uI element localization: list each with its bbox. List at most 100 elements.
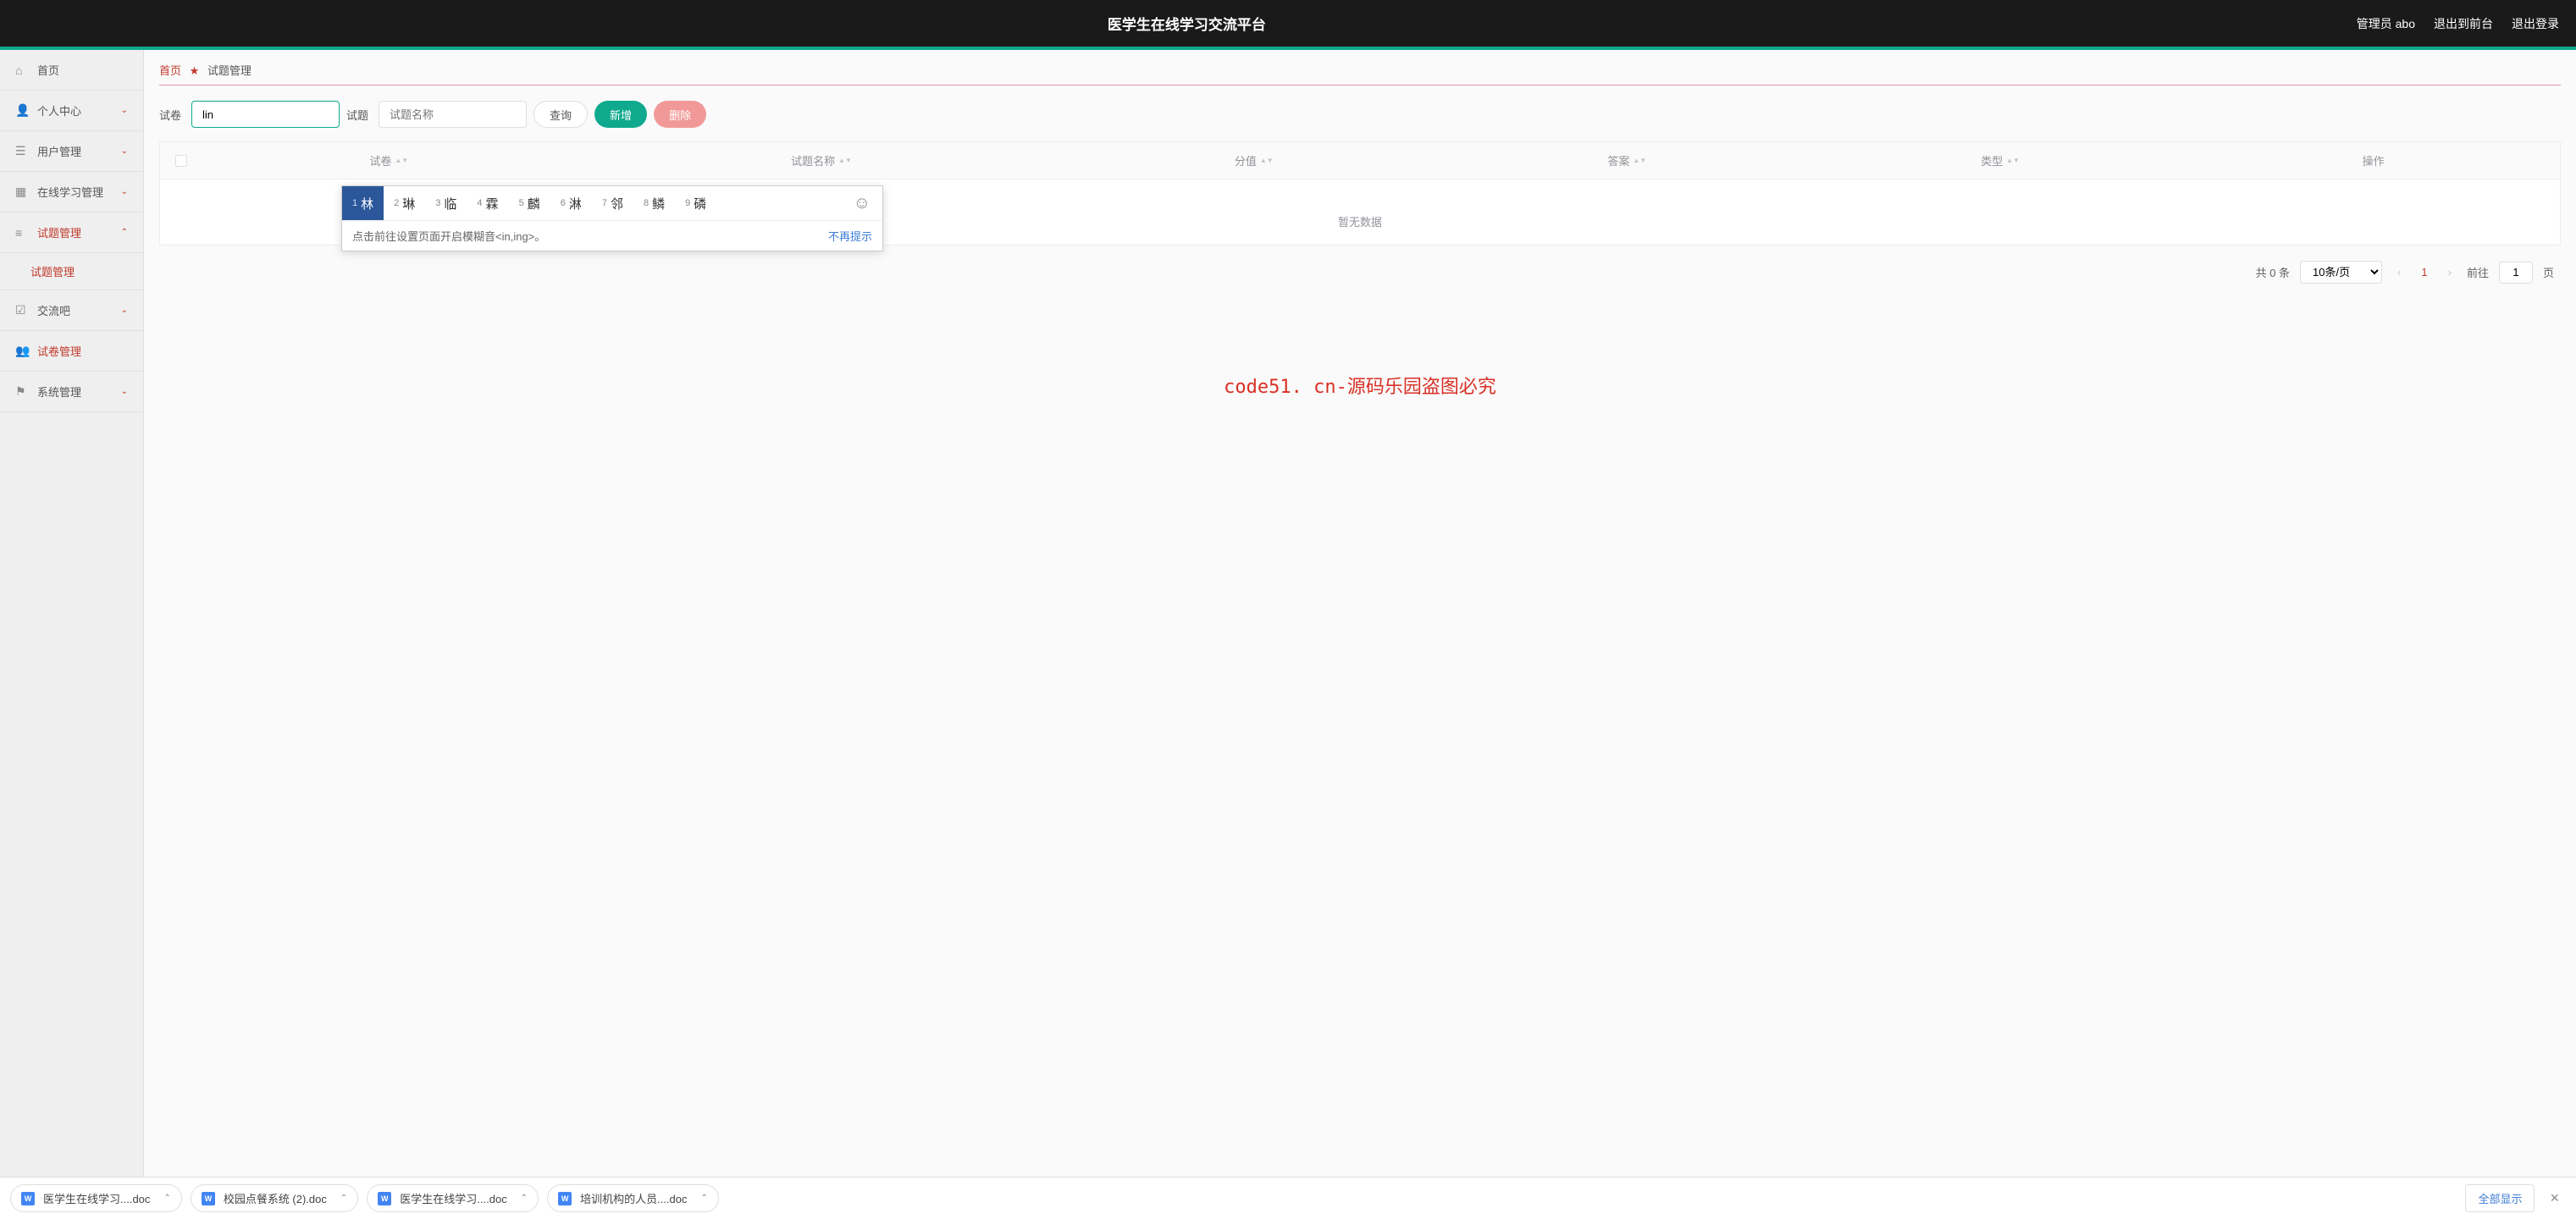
chevron-down-icon: ⌄ bbox=[121, 187, 128, 196]
star-icon: ★ bbox=[190, 64, 200, 77]
breadcrumb-home[interactable]: 首页 bbox=[159, 64, 181, 77]
emoji-icon[interactable]: ☺ bbox=[842, 194, 882, 213]
th-paper[interactable]: 试卷▲▼ bbox=[202, 142, 576, 179]
chevron-up-icon: ⌃ bbox=[121, 228, 128, 237]
doc-icon: W bbox=[378, 1192, 391, 1205]
filter-label-question: 试题 bbox=[346, 107, 368, 123]
download-item[interactable]: W 培训机构的人员....doc ⌃ bbox=[547, 1184, 719, 1212]
close-download-bar-icon[interactable]: × bbox=[2543, 1189, 2566, 1207]
sidebar-item-usermgmt[interactable]: ☰ 用户管理 ⌄ bbox=[0, 131, 143, 172]
check-icon: ☑ bbox=[15, 303, 29, 317]
home-icon: ⌂ bbox=[15, 63, 29, 77]
sidebar-item-papers[interactable]: 👥 试卷管理 bbox=[0, 331, 143, 372]
ime-candidate[interactable]: 2琳 bbox=[384, 186, 425, 220]
chevron-down-icon: ⌄ bbox=[121, 306, 128, 315]
grid-icon: ▦ bbox=[15, 185, 29, 199]
sidebar-item-label: 试卷管理 bbox=[37, 343, 128, 359]
ime-hint-text[interactable]: 点击前往设置页面开启模糊音<in,ing>。 bbox=[352, 228, 545, 244]
ime-candidate[interactable]: 4霖 bbox=[467, 186, 508, 220]
prev-page-button[interactable]: ‹ bbox=[2392, 266, 2406, 279]
table-header: 试卷▲▼ 试题名称▲▼ 分值▲▼ 答案▲▼ 类型▲▼ 操作 bbox=[160, 142, 2560, 179]
next-page-button[interactable]: › bbox=[2443, 266, 2457, 279]
sidebar-item-label: 在线学习管理 bbox=[37, 184, 121, 200]
page-size-select[interactable]: 10条/页 bbox=[2300, 261, 2382, 284]
ime-candidate[interactable]: 3临 bbox=[425, 186, 467, 220]
sidebar-item-label: 个人中心 bbox=[37, 102, 121, 119]
total-count: 共 0 条 bbox=[2256, 264, 2290, 280]
sidebar-item-label: 试题管理 bbox=[37, 224, 121, 240]
current-page[interactable]: 1 bbox=[2416, 266, 2432, 279]
logout-button[interactable]: 退出登录 bbox=[2512, 15, 2559, 32]
doc-icon: W bbox=[202, 1192, 215, 1205]
sidebar-item-onlinestudy[interactable]: ▦ 在线学习管理 ⌄ bbox=[0, 172, 143, 212]
user-icon: 👤 bbox=[15, 103, 29, 118]
sidebar: ⌂ 首页 👤 个人中心 ⌄ ☰ 用户管理 ⌄ ▦ 在线学习管理 ⌄ ≡ 试题管理… bbox=[0, 50, 144, 1177]
sidebar-home[interactable]: ⌂ 首页 bbox=[0, 50, 143, 91]
sort-icon: ▲▼ bbox=[1633, 158, 1646, 163]
ime-candidate[interactable]: 6淋 bbox=[550, 186, 592, 220]
filter-label-paper: 试卷 bbox=[159, 107, 181, 123]
ime-candidate[interactable]: 1林 bbox=[342, 186, 384, 220]
checkbox-icon bbox=[175, 155, 187, 167]
th-type[interactable]: 类型▲▼ bbox=[1814, 142, 2187, 179]
doc-icon: W bbox=[21, 1192, 35, 1205]
th-score[interactable]: 分值▲▼ bbox=[1067, 142, 1440, 179]
ime-candidate[interactable]: 8鳞 bbox=[633, 186, 675, 220]
app-title: 医学生在线学习交流平台 bbox=[17, 13, 2357, 34]
watermark-text: code51. cn-源码乐园盗图必究 bbox=[1224, 372, 1496, 399]
top-header: 医学生在线学习交流平台 管理员 abo 退出到前台 退出登录 bbox=[0, 0, 2576, 47]
person-icon: 👥 bbox=[15, 344, 29, 358]
sidebar-item-personal[interactable]: 👤 个人中心 ⌄ bbox=[0, 91, 143, 131]
download-item[interactable]: W 校园点餐系统 (2).doc ⌃ bbox=[191, 1184, 358, 1212]
ime-candidates: 1林 2琳 3临 4霖 5麟 6淋 7邻 8鳞 9磷 ☺ bbox=[342, 186, 882, 220]
flag-icon: ⚑ bbox=[15, 384, 29, 399]
sort-icon: ▲▼ bbox=[838, 158, 852, 163]
ime-dismiss-link[interactable]: 不再提示 bbox=[828, 228, 872, 244]
sidebar-item-forum[interactable]: ☑ 交流吧 ⌄ bbox=[0, 290, 143, 331]
page-unit-label: 页 bbox=[2543, 264, 2554, 280]
download-bar: W 医学生在线学习....doc ⌃ W 校园点餐系统 (2).doc ⌃ W … bbox=[0, 1177, 2576, 1219]
query-button[interactable]: 查询 bbox=[533, 101, 588, 128]
ime-candidate[interactable]: 9磷 bbox=[675, 186, 716, 220]
chevron-down-icon: ⌄ bbox=[121, 106, 128, 115]
doc-icon: W bbox=[558, 1192, 572, 1205]
sort-icon: ▲▼ bbox=[2006, 158, 2020, 163]
download-filename: 医学生在线学习....doc bbox=[43, 1190, 150, 1206]
sidebar-item-system[interactable]: ⚑ 系统管理 ⌄ bbox=[0, 372, 143, 412]
sidebar-item-label: 用户管理 bbox=[37, 143, 121, 159]
th-answer[interactable]: 答案▲▼ bbox=[1440, 142, 1814, 179]
chevron-down-icon: ⌄ bbox=[121, 146, 128, 156]
download-filename: 医学生在线学习....doc bbox=[400, 1190, 506, 1206]
chevron-up-icon[interactable]: ⌃ bbox=[521, 1194, 528, 1203]
chevron-up-icon[interactable]: ⌃ bbox=[163, 1194, 170, 1203]
sidebar-sub-questions[interactable]: 试题管理 bbox=[0, 253, 143, 290]
sidebar-item-questions[interactable]: ≡ 试题管理 ⌃ bbox=[0, 212, 143, 253]
delete-button[interactable]: 删除 bbox=[654, 101, 706, 128]
download-filename: 校园点餐系统 (2).doc bbox=[224, 1190, 327, 1206]
download-item[interactable]: W 医学生在线学习....doc ⌃ bbox=[367, 1184, 539, 1212]
sort-icon: ▲▼ bbox=[395, 158, 408, 163]
show-all-downloads-button[interactable]: 全部显示 bbox=[2465, 1184, 2535, 1212]
current-user[interactable]: 管理员 abo bbox=[2357, 15, 2415, 32]
paper-input[interactable] bbox=[191, 101, 340, 128]
sidebar-item-label: 系统管理 bbox=[37, 383, 121, 400]
filter-bar: 试卷 试题 查询 新增 删除 bbox=[159, 101, 2561, 128]
sidebar-item-label: 交流吧 bbox=[37, 302, 121, 318]
th-question-name[interactable]: 试题名称▲▼ bbox=[576, 142, 1068, 179]
breadcrumb: 首页 ★ 试题管理 bbox=[159, 62, 2561, 78]
goto-page-input[interactable] bbox=[2499, 262, 2533, 284]
question-input[interactable] bbox=[379, 101, 527, 128]
lines-icon: ≡ bbox=[15, 226, 29, 240]
goto-label: 前往 bbox=[2467, 264, 2489, 280]
list-icon: ☰ bbox=[15, 144, 29, 158]
ime-candidate[interactable]: 7邻 bbox=[592, 186, 633, 220]
chevron-up-icon[interactable]: ⌃ bbox=[701, 1194, 708, 1203]
ime-candidate[interactable]: 5麟 bbox=[509, 186, 550, 220]
exit-to-front-button[interactable]: 退出到前台 bbox=[2434, 15, 2493, 32]
chevron-down-icon: ⌄ bbox=[121, 387, 128, 396]
select-all-header[interactable] bbox=[160, 142, 202, 179]
add-button[interactable]: 新增 bbox=[594, 101, 647, 128]
ime-hint-bar: 点击前往设置页面开启模糊音<in,ing>。 不再提示 bbox=[342, 220, 882, 251]
download-item[interactable]: W 医学生在线学习....doc ⌃ bbox=[10, 1184, 182, 1212]
chevron-up-icon[interactable]: ⌃ bbox=[340, 1194, 347, 1203]
